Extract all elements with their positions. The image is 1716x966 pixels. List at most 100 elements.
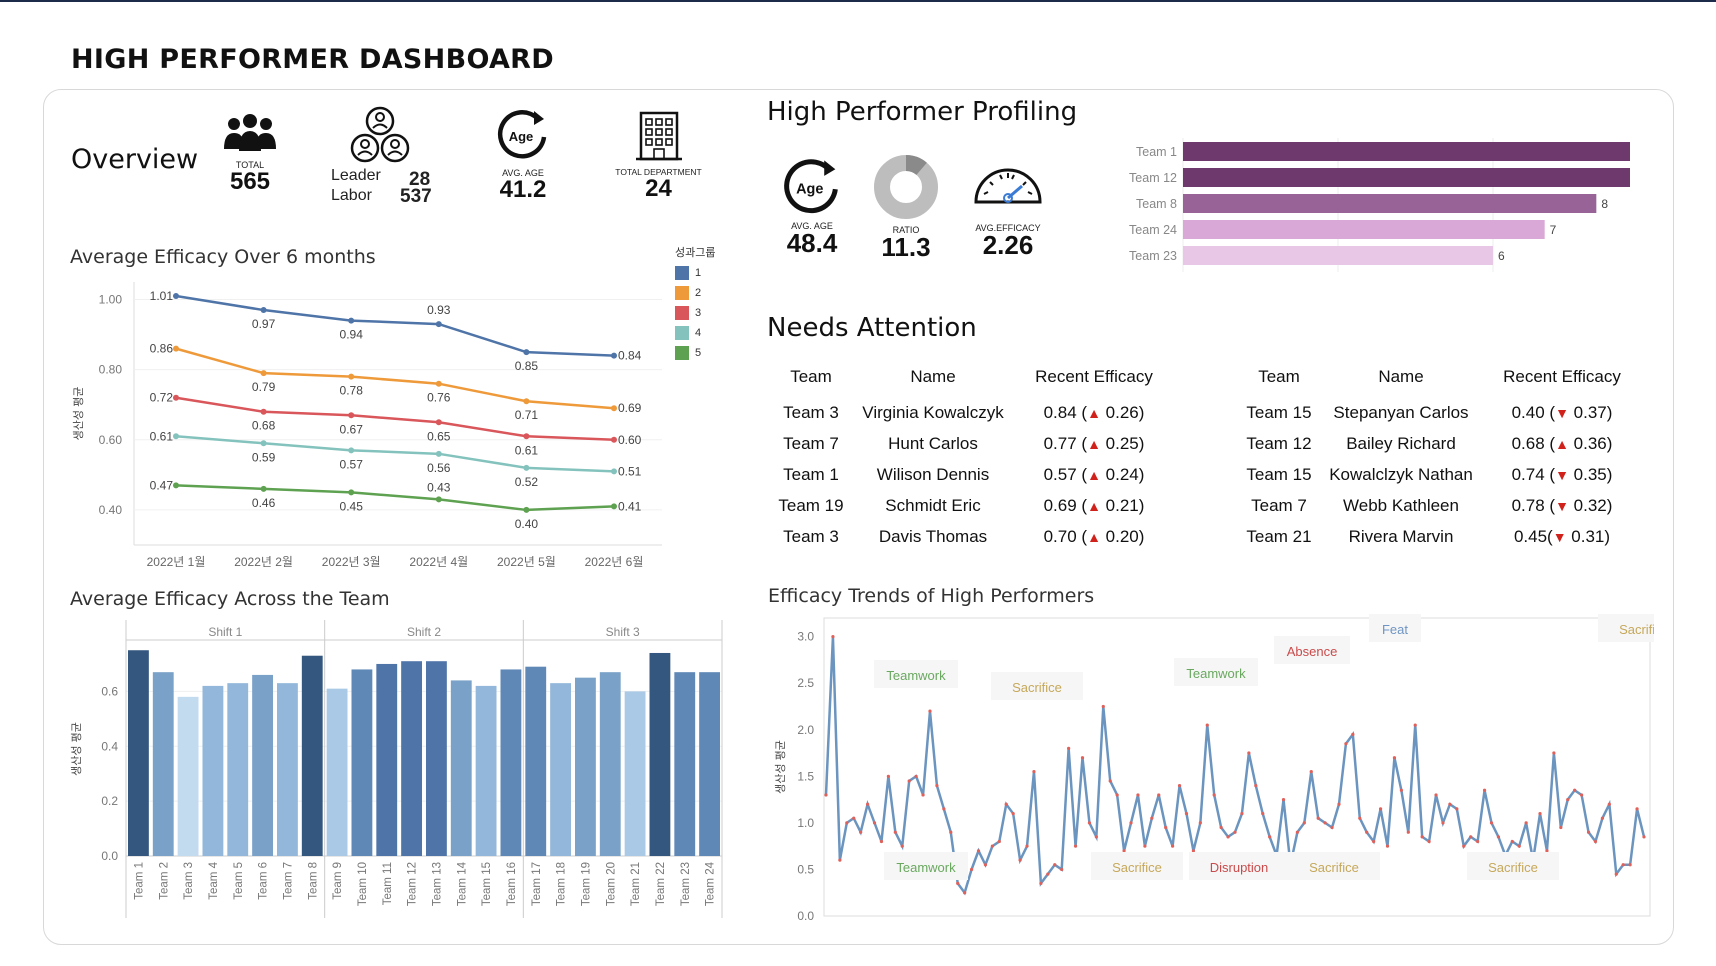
data-point (1628, 863, 1632, 867)
data-point (963, 891, 967, 895)
efficacy-value: 0.57 ( (1043, 464, 1088, 484)
bar (500, 669, 522, 856)
data-point (1177, 784, 1182, 788)
data-point (348, 412, 355, 419)
data-point (1406, 830, 1410, 834)
data-point (435, 450, 442, 457)
labor-value: 537 (400, 186, 432, 207)
efficacy-delta: 0.20) (1100, 526, 1145, 546)
hp-efficacy-kpi: AVG.EFFICACY 2.26 (965, 158, 1051, 258)
data-point (1157, 793, 1161, 797)
efficacy-cell: 0.68 (▲ 0.36) (1482, 428, 1642, 459)
data-point (1129, 821, 1133, 825)
legend-item: 4 (675, 323, 715, 343)
data-point (1025, 844, 1029, 848)
column-header-team: Team (790, 367, 832, 386)
legend-title: 성과그룹 (675, 247, 716, 259)
legend-label: 5 (695, 347, 702, 359)
category-label: Team 23 (1129, 249, 1177, 263)
data-point (1614, 872, 1618, 876)
total-value: 565 (229, 168, 271, 195)
data-point (435, 321, 442, 328)
team-chart-title: Average Efficacy Across the Team (70, 588, 390, 610)
data-label: 0.79 (252, 380, 276, 394)
efficacy-value: 0.69 ( (1043, 495, 1088, 515)
table-row: Team 7 Hunt Carlos 0.77 (▲ 0.25) (770, 428, 1174, 459)
bar (301, 655, 323, 856)
data-label: 0.61 (150, 429, 174, 443)
arrow-down-icon: ▼ (1555, 404, 1569, 421)
y-tick-label: 0.4 (101, 739, 118, 753)
data-point (1205, 723, 1209, 727)
table-row: Team 12 Bailey Richard 0.68 (▲ 0.36) (1238, 428, 1642, 459)
needs-attention-heading: Needs Attention (767, 313, 977, 343)
data-point (1032, 770, 1036, 774)
data-point (831, 635, 835, 639)
x-tick-label: 2022년 3월 (322, 555, 381, 569)
data-point (1566, 797, 1570, 802)
annotation-label: Teamwork (1186, 666, 1246, 681)
data-label: 0.86 (150, 342, 174, 356)
data-point (611, 436, 617, 443)
data-point (1586, 830, 1591, 834)
hp-avg-age-value: 48.4 (786, 228, 838, 258)
data-point (824, 793, 828, 797)
data-label: 0.85 (515, 359, 539, 373)
data-point (1399, 788, 1403, 792)
data-point (523, 433, 530, 440)
data-point (1580, 793, 1584, 797)
data-point (1281, 797, 1286, 802)
data-point (1378, 807, 1383, 811)
legend-swatch (675, 266, 689, 280)
y-tick-label: 0.6 (101, 684, 118, 698)
leader-labor-kpi: Leader 28 Labor 537 (325, 106, 435, 207)
table-row: Team 15 Stepanyan Carlos 0.40 (▼ 0.37) (1238, 397, 1642, 428)
data-point (260, 370, 267, 377)
table-row: Team 19 Schmidt Eric 0.69 (▲ 0.21) (770, 490, 1174, 521)
bar (376, 663, 398, 856)
data-label: 0.41 (618, 499, 642, 513)
legend-swatch (675, 326, 689, 340)
data-point (173, 433, 179, 440)
data-point (1316, 816, 1320, 820)
data-label: 0.47 (150, 478, 174, 492)
category-label: Team 1 (1136, 145, 1177, 159)
table-row: Team 15 Kowalclzyk Nathan 0.74 (▼ 0.35) (1238, 459, 1642, 490)
data-point (1171, 844, 1175, 848)
data-point (942, 807, 946, 811)
y-tick-label: 0.5 (797, 862, 814, 876)
y-tick-label: 1.00 (99, 293, 123, 307)
data-point (1427, 839, 1431, 844)
legend-item: 5 (675, 343, 715, 363)
data-point (1337, 802, 1341, 806)
team-bar-chart: 생산성 평균 0.0 0.2 0.4 0.6 Shift 1 Shift 2 Shift 3 T… (70, 620, 723, 918)
data-point (838, 858, 842, 862)
team-cell: Team 15 (1246, 402, 1312, 422)
data-point (907, 779, 911, 783)
age-icon-text: Age (509, 129, 534, 144)
category-label: Team 24 (1129, 223, 1177, 237)
data-point (523, 349, 530, 356)
data-point (1358, 816, 1362, 820)
x-tick-label: Team 10 (357, 862, 369, 906)
arrow-down-icon: ▼ (1552, 528, 1567, 545)
data-point (1261, 811, 1265, 816)
category-label: Team 8 (1136, 197, 1177, 211)
bar (649, 652, 671, 856)
bar (624, 691, 646, 856)
data-point (1510, 839, 1514, 844)
arrow-up-icon: ▲ (1087, 528, 1101, 545)
x-tick-label: Team 9 (332, 862, 344, 900)
data-point (173, 394, 179, 401)
avg-age-kpi: Age AVG. AGE 41.2 (487, 109, 559, 202)
efficacy-cell: 0.74 (▼ 0.35) (1482, 459, 1642, 490)
data-point (435, 419, 442, 426)
column-header-efficacy: Recent Efficacy (1503, 367, 1621, 386)
data-point (845, 821, 849, 825)
data-label: 0.94 (340, 328, 364, 342)
data-label: 0.69 (618, 401, 642, 415)
x-tick-label: Team 15 (481, 862, 493, 906)
gauge-icon (974, 168, 1042, 204)
data-point (611, 468, 617, 475)
labor-label: Labor (331, 187, 372, 204)
